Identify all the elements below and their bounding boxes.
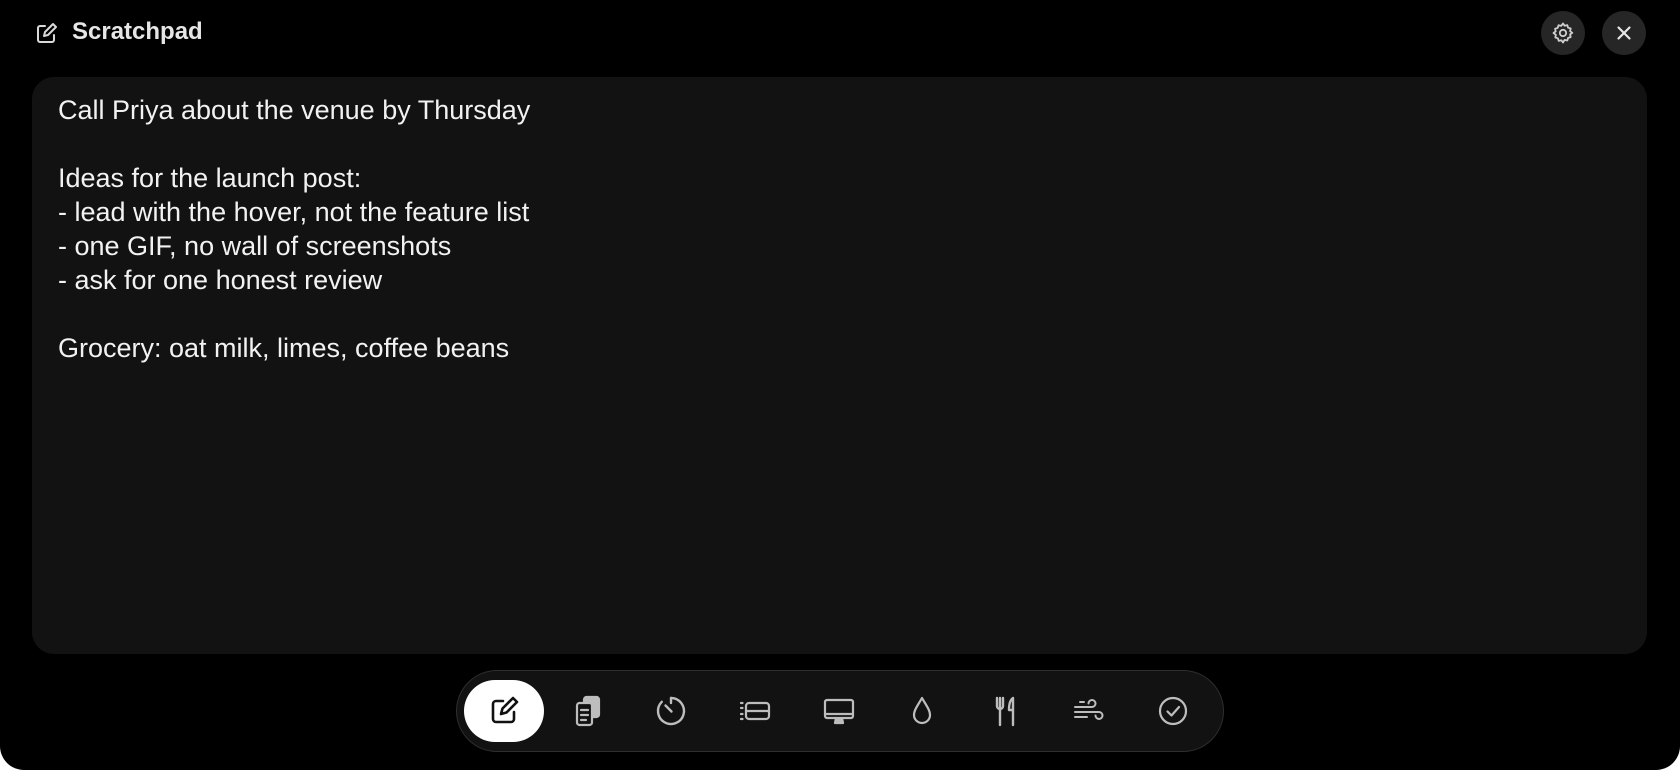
dock-item-display[interactable] (799, 680, 879, 742)
close-icon (1613, 22, 1635, 44)
dock-item-clipboard[interactable] (548, 680, 628, 742)
window-title: Scratchpad (72, 18, 203, 45)
settings-button[interactable] (1541, 11, 1585, 55)
dock-item-timer[interactable] (631, 680, 711, 742)
fork-knife-icon (989, 694, 1023, 728)
compose-icon (34, 22, 58, 46)
droplet-icon (905, 694, 939, 728)
note-editor[interactable]: Call Priya about the venue by Thursday I… (32, 77, 1647, 654)
compose-icon (487, 694, 521, 728)
list-icon (738, 694, 772, 728)
dock-item-water[interactable] (882, 680, 962, 742)
note-text[interactable]: Call Priya about the venue by Thursday I… (58, 93, 1618, 365)
dock-item-list[interactable] (715, 680, 795, 742)
scratchpad-window: Scratchpad Call Priya about the venue by… (0, 0, 1680, 770)
dock-item-food[interactable] (966, 680, 1046, 742)
title-bar: Scratchpad (0, 0, 1680, 66)
dock-item-tasks[interactable] (1133, 680, 1213, 742)
dock-item-breathe[interactable] (1049, 680, 1129, 742)
close-button[interactable] (1602, 11, 1646, 55)
timer-icon (654, 694, 688, 728)
tool-dock (456, 670, 1224, 752)
gear-icon (1551, 21, 1575, 45)
clipboard-icon (571, 694, 605, 728)
monitor-icon (822, 694, 856, 728)
checkmark-circle-icon (1156, 694, 1190, 728)
dock-item-scratchpad[interactable] (464, 680, 544, 742)
wind-icon (1072, 694, 1106, 728)
